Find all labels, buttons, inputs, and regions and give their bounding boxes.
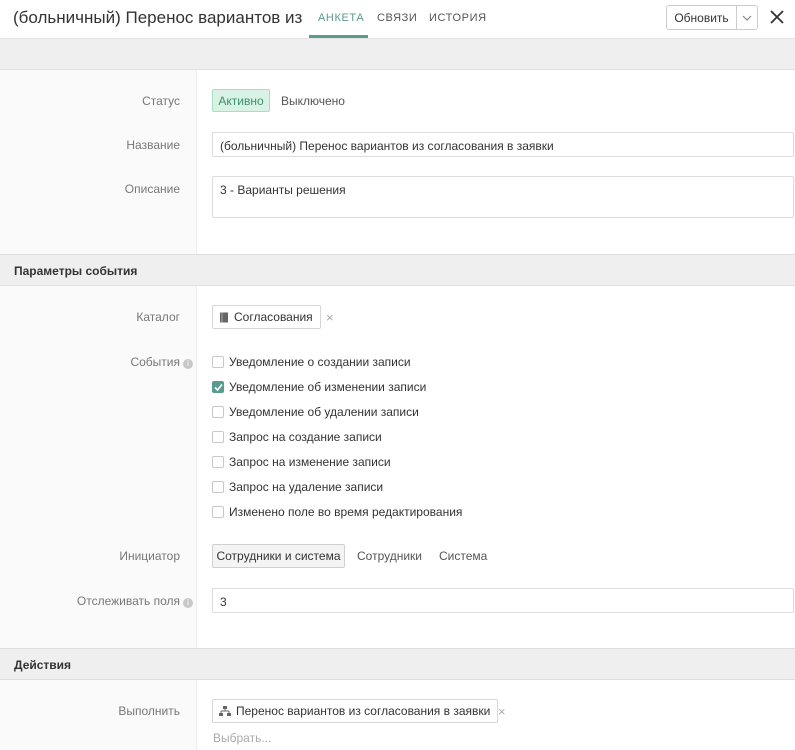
event-checkbox-row[interactable]: Запрос на удаление записи (212, 479, 383, 495)
checkbox-label: Запрос на изменение записи (229, 455, 391, 469)
description-label: Описание (124, 182, 180, 196)
catalog-remove-icon[interactable]: × (326, 310, 334, 325)
update-dropdown-button[interactable] (736, 5, 758, 30)
execute-label: Выполнить (118, 704, 180, 718)
event-checkbox-row[interactable]: Уведомление об удалении записи (212, 404, 419, 420)
checkbox[interactable] (212, 406, 224, 418)
catalog-chip[interactable]: Согласования (212, 305, 321, 329)
checkbox-label: Запрос на удаление записи (229, 480, 384, 494)
checkbox-label: Уведомление об изменении записи (229, 380, 427, 394)
update-button[interactable]: Обновить (666, 5, 737, 30)
info-icon: i (183, 359, 193, 369)
tab-anketa[interactable]: АНКЕТА (318, 12, 364, 24)
name-field[interactable]: (больничный) Перенос вариантов из соглас… (212, 132, 794, 157)
event-checkbox-row[interactable]: Изменено поле во время редактирования (212, 504, 462, 520)
section-title: Действия (14, 658, 72, 672)
catalog-label: Каталог (136, 310, 180, 324)
execute-chip[interactable]: Перенос вариантов из согласования в заяв… (212, 699, 499, 723)
checkbox[interactable] (212, 356, 224, 368)
name-label: Название (126, 138, 180, 152)
check-icon (214, 383, 223, 392)
track-fields-label: Отслеживать поля i (77, 594, 193, 608)
tab-history[interactable]: ИСТОРИЯ (429, 12, 487, 24)
page-title: (больничный) Перенос вариантов из (13, 8, 303, 27)
checkbox-label: Запрос на создание записи (229, 430, 382, 444)
initiator-option-staff[interactable]: Сотрудники (357, 544, 422, 568)
choose-action-link[interactable]: Выбрать... (213, 731, 271, 745)
event-checkbox-row[interactable]: Уведомление о создании записи (212, 354, 411, 370)
execute-value: Перенос вариантов из согласования в заяв… (236, 704, 491, 718)
checkbox-label: Уведомление об удалении записи (229, 405, 419, 419)
initiator-option-staff-and-system[interactable]: Сотрудники и система (212, 544, 345, 568)
close-icon[interactable] (768, 8, 786, 26)
checkbox-label: Изменено поле во время редактирования (229, 505, 463, 519)
book-icon (220, 312, 228, 322)
section-title: Параметры события (14, 264, 138, 278)
checkbox[interactable] (212, 456, 224, 468)
status-label: Статус (142, 94, 180, 108)
checkbox[interactable] (212, 506, 224, 518)
checkbox[interactable] (212, 381, 224, 393)
section-event-params: Параметры события (0, 254, 795, 286)
header: (больничный) Перенос вариантов из АНКЕТА… (0, 0, 795, 39)
tab-links[interactable]: СВЯЗИ (377, 12, 417, 24)
checkbox[interactable] (212, 431, 224, 443)
initiator-label: Инициатор (119, 549, 180, 563)
status-off-button[interactable]: Выключено (281, 94, 345, 108)
execute-remove-icon[interactable]: × (498, 704, 506, 719)
event-checkbox-row[interactable]: Уведомление об изменении записи (212, 379, 426, 395)
event-checkbox-row[interactable]: Запрос на создание записи (212, 429, 382, 445)
initiator-option-system[interactable]: Система (439, 544, 487, 568)
chevron-down-icon (742, 15, 752, 21)
description-field[interactable]: 3 - Варианты решения (212, 176, 794, 218)
header-band (0, 39, 795, 70)
events-label: События i (130, 355, 193, 369)
section-actions: Действия (0, 648, 795, 680)
info-icon: i (183, 598, 193, 608)
hierarchy-icon (219, 705, 231, 716)
checkbox-label: Уведомление о создании записи (229, 355, 411, 369)
event-checkbox-row[interactable]: Запрос на изменение записи (212, 454, 391, 470)
status-active-button[interactable]: Активно (212, 89, 270, 112)
track-fields-input[interactable]: 3 (212, 588, 794, 613)
active-tab-indicator (309, 35, 368, 38)
catalog-value: Согласования (234, 310, 313, 324)
checkbox[interactable] (212, 481, 224, 493)
